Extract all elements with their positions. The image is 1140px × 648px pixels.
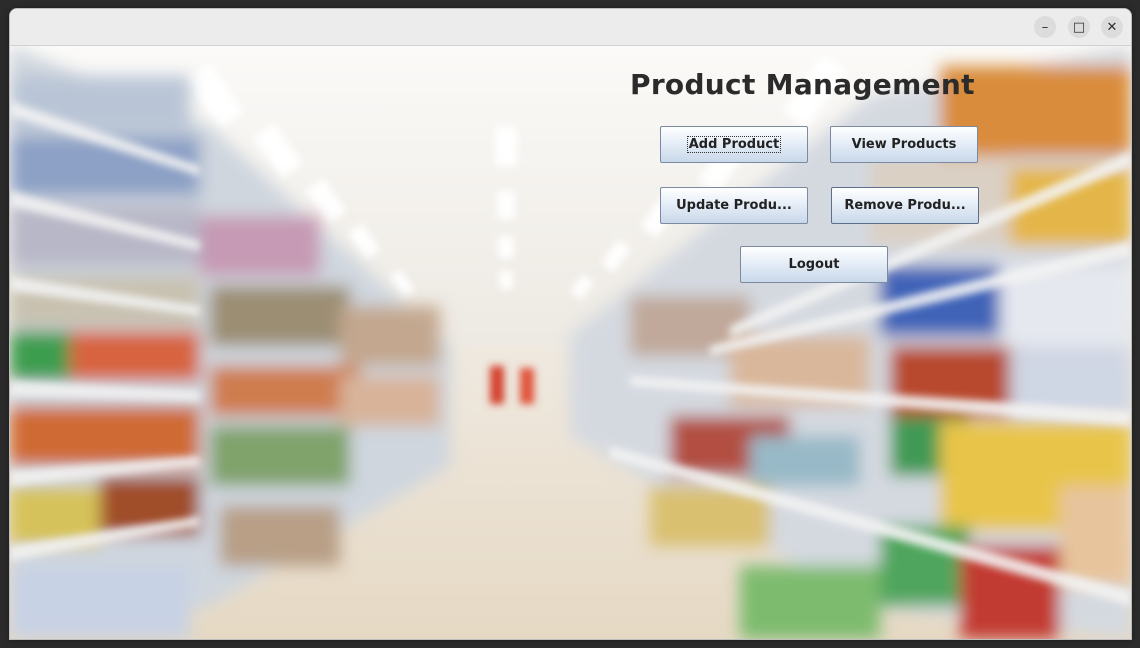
remove-product-button[interactable]: Remove Produ... (831, 187, 979, 224)
remove-product-label: Remove Produ... (844, 198, 966, 213)
main-panel: Product Management Add Product View Prod… (10, 46, 1131, 639)
close-icon: ✕ (1106, 19, 1118, 35)
maximize-icon: □ (1072, 19, 1086, 35)
title-bar[interactable]: – □ ✕ (10, 9, 1131, 46)
maximize-button[interactable]: □ (1068, 16, 1090, 38)
update-product-label: Update Produ... (676, 198, 792, 213)
close-button[interactable]: ✕ (1101, 16, 1123, 38)
view-products-button[interactable]: View Products (830, 126, 978, 163)
minimize-icon: – (1041, 19, 1049, 35)
add-product-button[interactable]: Add Product (660, 126, 808, 163)
app-window: – □ ✕ Product Management Add Product Vie… (9, 8, 1132, 640)
page-title: Product Management (630, 68, 975, 101)
logout-button[interactable]: Logout (740, 246, 888, 283)
update-product-button[interactable]: Update Produ... (660, 187, 808, 224)
minimize-button[interactable]: – (1034, 16, 1056, 38)
add-product-label: Add Product (686, 136, 782, 153)
logout-label: Logout (788, 257, 840, 272)
view-products-label: View Products (851, 137, 957, 152)
